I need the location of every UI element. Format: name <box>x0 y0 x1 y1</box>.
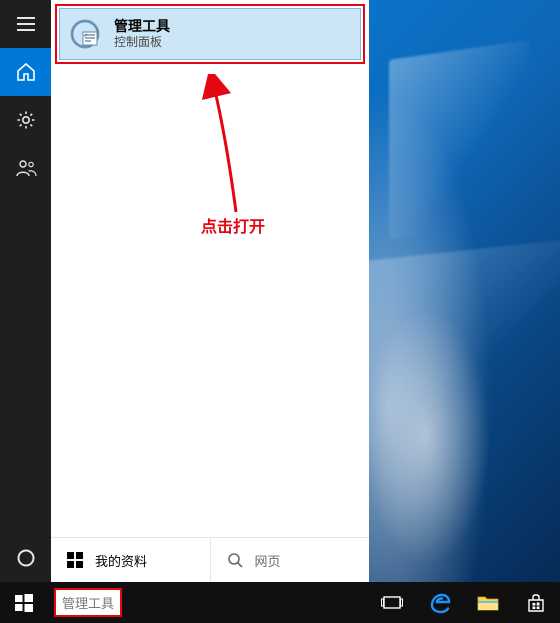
best-match-texts: 管理工具 控制面板 <box>114 18 170 51</box>
start-search-panel: 管理工具 控制面板 点击打开 <box>51 0 369 582</box>
task-view-button[interactable] <box>368 582 416 623</box>
edge-icon <box>429 592 451 614</box>
store-button[interactable] <box>512 582 560 623</box>
taskbar: 管理工具 <box>0 582 560 623</box>
hamburger-icon <box>17 17 35 31</box>
desktop-wallpaper <box>369 0 560 582</box>
search-filter-tabs: 我的资料 网页 <box>51 537 369 582</box>
annotation-arrow <box>181 74 261 214</box>
people-icon <box>15 159 37 177</box>
store-icon <box>526 593 546 613</box>
file-explorer-button[interactable] <box>464 582 512 623</box>
tab-web[interactable]: 网页 <box>210 538 370 582</box>
home-icon <box>16 62 36 82</box>
task-view-icon <box>381 594 403 612</box>
annotation-label: 点击打开 <box>201 213 265 237</box>
search-icon <box>227 552 243 568</box>
file-explorer-icon <box>477 594 499 612</box>
best-match-title: 管理工具 <box>114 18 170 36</box>
best-match-result[interactable]: 管理工具 控制面板 <box>59 8 361 60</box>
rail-people-button[interactable] <box>0 144 51 192</box>
taskbar-search-box[interactable]: 管理工具 <box>54 588 122 617</box>
rail-cortana-button[interactable] <box>0 534 51 582</box>
start-rail <box>0 0 51 582</box>
rail-expand-button[interactable] <box>0 0 51 48</box>
gear-icon <box>16 110 36 130</box>
edge-button[interactable] <box>416 582 464 623</box>
annotation-best-match-highlight: 管理工具 控制面板 <box>55 4 365 64</box>
rail-home-button[interactable] <box>0 48 51 96</box>
tab-my-stuff-label: 我的资料 <box>95 551 147 570</box>
tab-web-label: 网页 <box>255 551 281 570</box>
tab-my-stuff[interactable]: 我的资料 <box>51 538 210 582</box>
cortana-icon <box>16 548 36 568</box>
windows-logo-icon <box>67 552 83 568</box>
taskbar-search-value: 管理工具 <box>62 593 114 612</box>
best-match-subtitle: 控制面板 <box>114 35 170 50</box>
rail-settings-button[interactable] <box>0 96 51 144</box>
admin-tools-icon <box>66 15 104 53</box>
windows-logo-icon <box>15 594 33 612</box>
start-button[interactable] <box>0 582 48 623</box>
